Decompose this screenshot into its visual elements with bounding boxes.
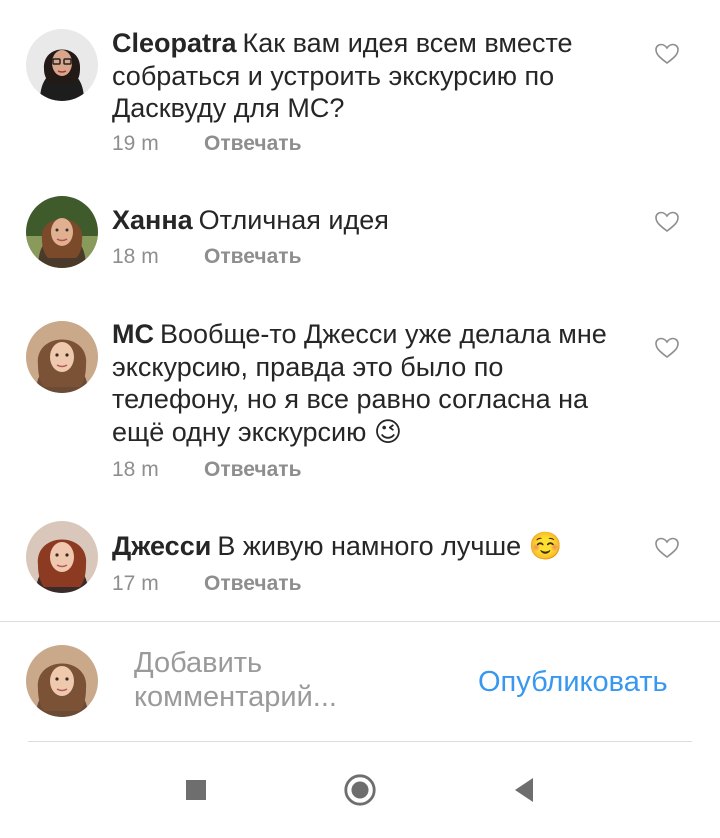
like-heart-icon[interactable] xyxy=(654,536,680,560)
avatar[interactable] xyxy=(26,321,98,393)
comment-time: 18 m xyxy=(112,245,159,268)
comment-text: Cleopatra Как вам идея всем вместе собрат… xyxy=(112,27,612,125)
avatar[interactable] xyxy=(26,196,98,268)
reply-button[interactable]: Отвечать xyxy=(204,245,301,268)
comment-time: 18 m xyxy=(112,458,159,481)
avatar-woman-outdoor-icon xyxy=(26,196,98,268)
comment-text: Ханна Отличная идея xyxy=(112,204,612,237)
comment-composer: Добавить комментарий... Опубликовать xyxy=(0,622,720,742)
comment-username[interactable]: Джесси xyxy=(112,531,211,561)
smiling-emoji: ☺️ xyxy=(528,531,563,561)
comment-meta: 19 m Отвечать xyxy=(112,132,301,156)
comment-body: Вообще-то Джесси уже делала мне экскурси… xyxy=(112,319,607,447)
recents-square-icon[interactable] xyxy=(178,772,214,808)
avatar-woman-glasses-icon xyxy=(26,29,98,101)
like-heart-icon[interactable] xyxy=(654,210,680,234)
winking-emoji: 😉 xyxy=(373,416,403,447)
avatar-woman-brown-hair-icon xyxy=(26,321,98,393)
composer-avatar xyxy=(26,645,98,717)
comment-time: 17 m xyxy=(112,572,159,595)
comment-username[interactable]: Cleopatra xyxy=(112,28,237,58)
publish-button[interactable]: Опубликовать xyxy=(478,666,668,699)
comment-meta: 18 m Отвечать xyxy=(112,458,301,482)
comment-input[interactable]: Добавить комментарий... xyxy=(134,646,414,714)
avatar-woman-red-hair-icon xyxy=(26,521,98,593)
comment-time: 19 m xyxy=(112,132,159,155)
like-heart-icon[interactable] xyxy=(654,336,680,360)
comment-meta: 17 m Отвечать xyxy=(112,572,301,596)
comment-username[interactable]: МС xyxy=(112,319,154,349)
avatar[interactable] xyxy=(26,521,98,593)
avatar-woman-brown-hair-icon xyxy=(26,645,98,717)
comment-meta: 18 m Отвечать xyxy=(112,245,301,269)
like-heart-icon[interactable] xyxy=(654,42,680,66)
comment-body: В живую намного лучше xyxy=(217,531,522,561)
reply-button[interactable]: Отвечать xyxy=(204,572,301,595)
avatar[interactable] xyxy=(26,29,98,101)
back-triangle-icon[interactable] xyxy=(506,772,542,808)
reply-button[interactable]: Отвечать xyxy=(204,458,301,481)
comment-text: Джесси В живую намного лучше ☺️ xyxy=(112,530,612,563)
system-navbar xyxy=(0,742,720,838)
reply-button[interactable]: Отвечать xyxy=(204,132,301,155)
comment-text: МС Вообще-то Джесси уже делала мне экскур… xyxy=(112,318,612,448)
comment-body: Отличная идея xyxy=(198,205,389,235)
comment-username[interactable]: Ханна xyxy=(112,205,193,235)
home-circle-icon[interactable] xyxy=(342,772,378,808)
